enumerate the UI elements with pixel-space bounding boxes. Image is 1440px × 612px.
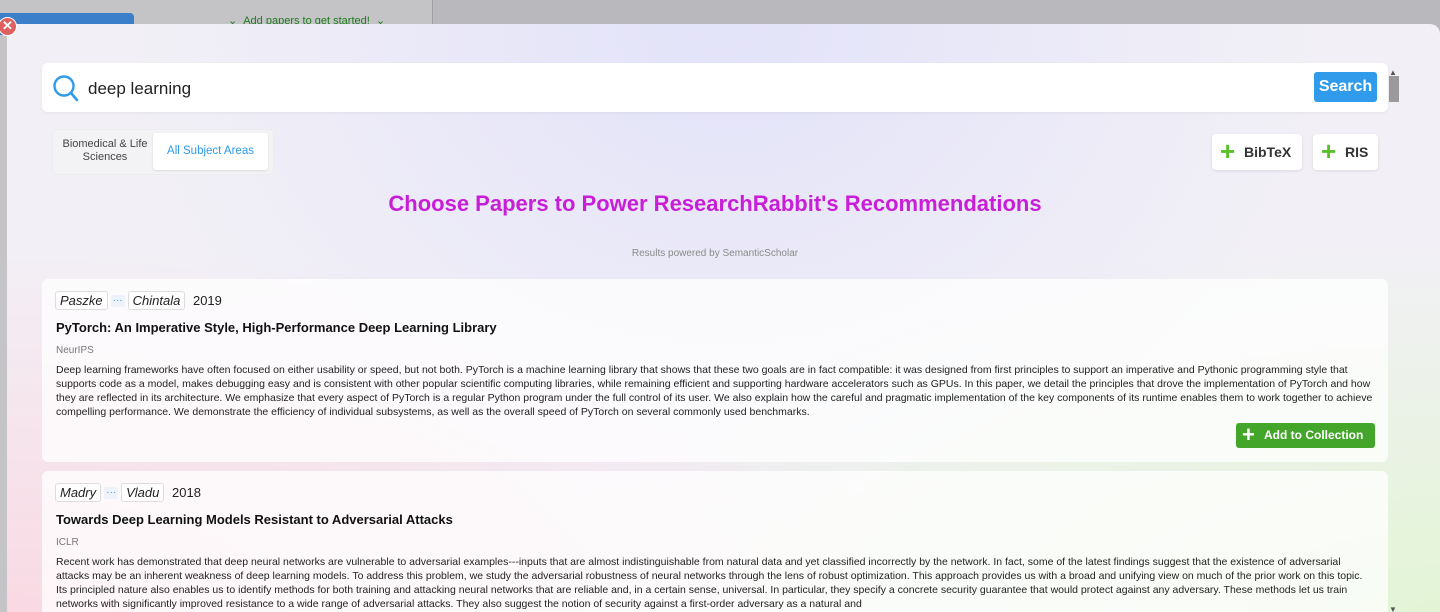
add-to-collection-label: Add to Collection xyxy=(1264,428,1364,442)
page-title: Choose Papers to Power ResearchRabbit's … xyxy=(388,191,1042,216)
modal-scrollbar[interactable]: ▲ ▼ xyxy=(1387,68,1400,612)
export-ris-button[interactable]: + RIS xyxy=(1313,134,1378,170)
export-bibtex-button[interactable]: + BibTeX xyxy=(1212,134,1302,170)
subject-option-all[interactable]: All Subject Areas xyxy=(153,133,268,170)
paper-card: Paszke ··· Chintala 2019 PyTorch: An Imper… xyxy=(42,279,1388,462)
search-bar: Search xyxy=(42,63,1388,112)
paper-authors: Paszke ··· Chintala 2019 xyxy=(55,291,222,311)
search-input[interactable] xyxy=(86,75,1290,103)
bibtex-label: BibTeX xyxy=(1244,144,1292,160)
plus-icon: + xyxy=(1220,136,1236,166)
add-to-collection-button[interactable]: + Add to Collection xyxy=(1236,422,1375,448)
ris-label: RIS xyxy=(1345,144,1369,160)
more-authors-icon[interactable]: ··· xyxy=(110,294,125,307)
paper-year: 2019 xyxy=(192,293,222,308)
subject-option-biomedical[interactable]: Biomedical & Life Sciences xyxy=(61,138,149,166)
paper-title: PyTorch: An Imperative Style, High-Perfo… xyxy=(56,320,497,335)
paper-venue: NeurIPS xyxy=(56,345,94,356)
paper-abstract: Recent work has demonstrated that deep n… xyxy=(56,556,1363,610)
more-authors-icon[interactable]: ··· xyxy=(104,486,119,499)
scroll-down-icon[interactable]: ▼ xyxy=(1389,605,1397,612)
plus-icon: + xyxy=(1321,136,1337,166)
subject-area-toggle: Biomedical & Life Sciences All Subject A… xyxy=(53,130,273,174)
author-chip[interactable]: Chintala xyxy=(127,291,186,310)
plus-icon: + xyxy=(1242,422,1255,447)
powered-by-text: Results powered by SemanticScholar xyxy=(631,248,799,259)
paper-title: Towards Deep Learning Models Resistant t… xyxy=(56,512,453,527)
paper-venue: ICLR xyxy=(56,537,79,548)
author-chip[interactable]: Vladu xyxy=(121,483,165,502)
author-chip[interactable]: Paszke xyxy=(55,291,108,310)
scroll-thumb[interactable] xyxy=(1389,76,1399,102)
author-chip[interactable]: Madry xyxy=(55,483,102,502)
paper-abstract: Deep learning frameworks have often focu… xyxy=(56,364,1373,418)
search-button[interactable]: Search xyxy=(1314,72,1377,102)
search-modal: ▲ ▼ Search Biomedical & Life Sciences Al… xyxy=(7,24,1440,612)
search-icon xyxy=(53,75,79,102)
paper-card: Madry ··· Vladu 2018 Towards Deep Learning… xyxy=(42,471,1388,612)
paper-authors: Madry ··· Vladu 2018 xyxy=(55,483,201,503)
paper-year: 2018 xyxy=(172,485,201,500)
